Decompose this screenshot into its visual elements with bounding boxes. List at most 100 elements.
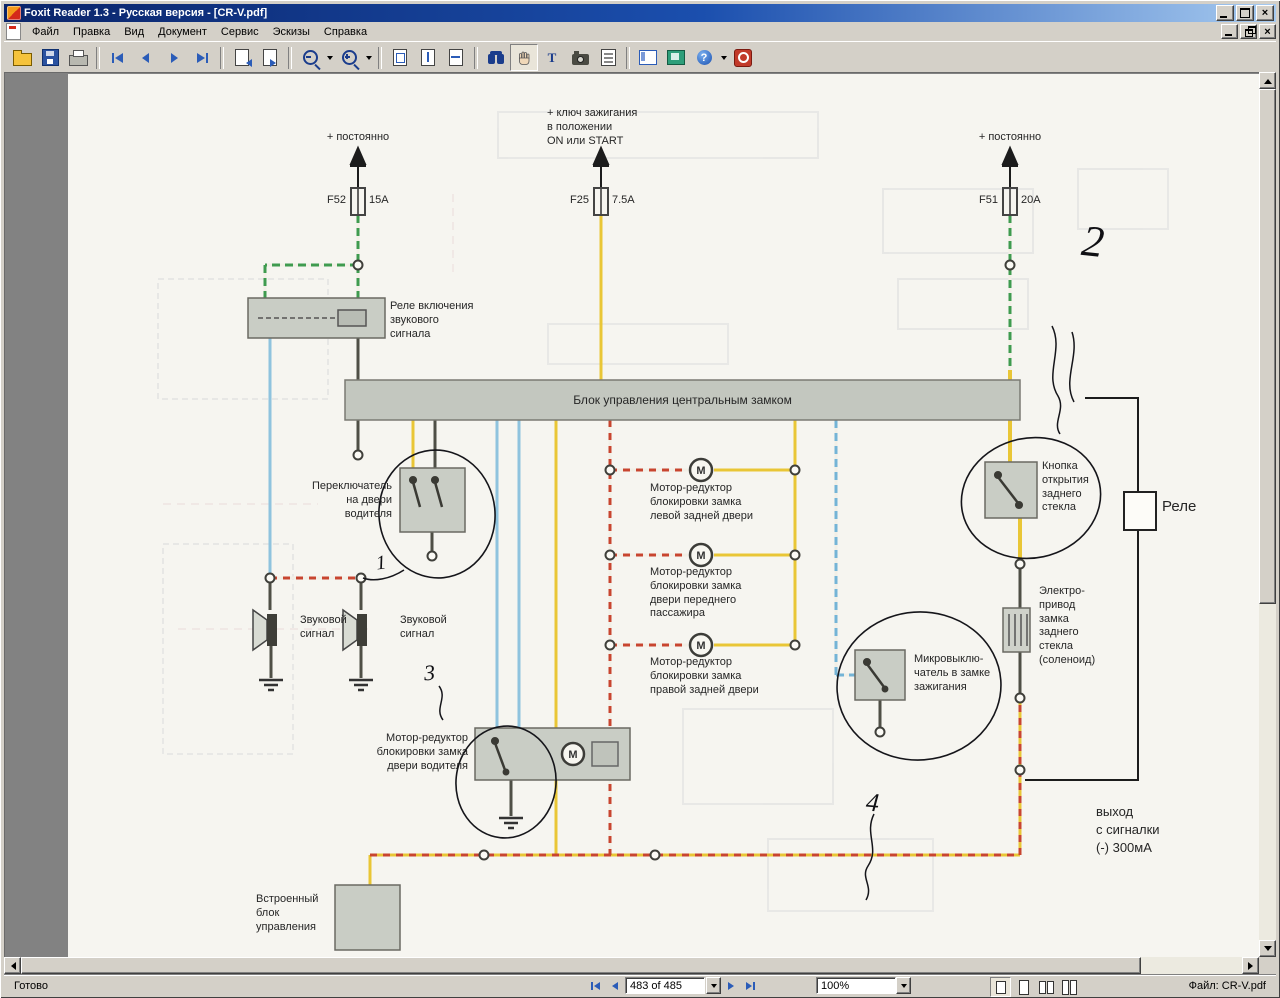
horizontal-scroll-thumb[interactable] <box>21 957 1141 974</box>
single-page-icon <box>996 981 1006 994</box>
camera-icon <box>572 54 589 65</box>
doc-restore-icon <box>1245 29 1253 37</box>
zoom-in-button[interactable] <box>335 44 363 71</box>
right-arrow-icon <box>1248 962 1257 970</box>
status-file-name: Файл: CR-V.pdf <box>1189 980 1266 992</box>
ignition-microswitch-box <box>855 650 905 700</box>
menu-file[interactable]: Файл <box>25 24 66 40</box>
toolbar-separator <box>220 47 224 69</box>
fullscreen-button[interactable] <box>662 44 690 71</box>
binoculars-icon <box>488 54 495 64</box>
floppy-disk-icon <box>42 49 59 66</box>
prev-page-icon <box>138 50 154 66</box>
label-motor-right-rear: Мотор-редуктор блокировки замка правой з… <box>650 656 759 697</box>
last-page-icon <box>194 50 210 66</box>
menu-edit[interactable]: Правка <box>66 24 117 40</box>
save-button[interactable] <box>36 44 64 71</box>
fit-width-button[interactable] <box>442 44 470 71</box>
prev-page-icon <box>609 980 621 992</box>
menu-tools[interactable]: Сервис <box>214 24 266 40</box>
last-page-button[interactable] <box>188 44 216 71</box>
actual-size-button[interactable] <box>386 44 414 71</box>
next-page-icon <box>725 980 737 992</box>
relay-annotation-box <box>1124 492 1156 530</box>
label-driver-door-switch: Переключатель на двери водителя <box>298 480 392 521</box>
toolbar-separator <box>378 47 382 69</box>
single-page-view-button[interactable] <box>990 977 1011 997</box>
label-motor-driver-door: Мотор-редуктор блокировки замка двери во… <box>350 732 468 773</box>
status-last-page-button[interactable] <box>740 977 759 994</box>
doc-minimize-button[interactable] <box>1221 24 1238 39</box>
next-page-button[interactable] <box>160 44 188 71</box>
menu-view[interactable]: Вид <box>117 24 151 40</box>
label-alarm-output: выход с сигналки (-) 300мА <box>1096 803 1160 858</box>
printer-icon <box>69 55 88 66</box>
page-number-dropdown[interactable] <box>706 977 721 994</box>
close-button[interactable]: × <box>1256 5 1274 21</box>
svg-text:M: M <box>568 749 577 761</box>
zoom-in-dropdown[interactable] <box>363 45 374 70</box>
menu-sketches[interactable]: Эскизы <box>266 24 317 40</box>
status-first-page-button[interactable] <box>586 977 605 994</box>
label-fuse-f51: F51 <box>966 194 998 208</box>
supply-arrows <box>350 148 1018 188</box>
exit-button[interactable] <box>729 44 757 71</box>
dropdown-arrow-icon <box>327 56 333 63</box>
help-icon: ? <box>697 50 712 65</box>
vertical-scrollbar[interactable] <box>1259 72 1276 957</box>
toolbar-separator <box>626 47 630 69</box>
fit-page-button[interactable] <box>414 44 442 71</box>
zoom-dropdown[interactable] <box>896 977 911 994</box>
vertical-scroll-thumb[interactable] <box>1259 89 1276 604</box>
continuous-facing-view-button[interactable] <box>1059 977 1080 997</box>
hand-tool-button[interactable] <box>510 44 538 71</box>
first-page-icon <box>110 50 126 66</box>
up-arrow-icon <box>1264 75 1272 84</box>
open-button[interactable] <box>8 44 36 71</box>
thumbnail-panel-icon <box>639 50 657 65</box>
scroll-left-button[interactable] <box>4 957 21 974</box>
pdf-document-icon <box>6 23 21 40</box>
scroll-up-button[interactable] <box>1259 72 1276 89</box>
zoom-input[interactable]: 100% <box>816 977 896 994</box>
first-page-button[interactable] <box>104 44 132 71</box>
help-button[interactable]: ? <box>690 44 718 71</box>
page-number-input[interactable]: 483 of 485 <box>625 977 705 994</box>
minimize-button[interactable] <box>1216 5 1234 21</box>
horizontal-scrollbar[interactable] <box>4 957 1259 974</box>
continuous-view-button[interactable] <box>1013 977 1034 997</box>
continuous-facing-icon <box>1070 980 1077 995</box>
label-horn-2: Звуковой сигнал <box>400 614 447 642</box>
doc-restore-button[interactable] <box>1240 24 1257 39</box>
facing-view-button[interactable] <box>1036 977 1057 997</box>
zoom-out-dropdown[interactable] <box>324 45 335 70</box>
label-fuse-f52-rating: 15A <box>369 194 389 208</box>
status-next-page-button[interactable] <box>721 977 740 994</box>
label-ignition-microswitch: Микровыклю- чатель в замке зажигания <box>914 653 990 694</box>
snapshot-button[interactable] <box>566 44 594 71</box>
scroll-down-button[interactable] <box>1259 940 1276 957</box>
maximize-button[interactable] <box>1236 5 1254 21</box>
rear-window-button-box <box>985 462 1037 518</box>
select-text-button[interactable]: T <box>538 44 566 71</box>
zoom-out-icon <box>303 50 318 65</box>
help-dropdown[interactable] <box>718 45 729 70</box>
prev-view-button[interactable] <box>228 44 256 71</box>
menu-help[interactable]: Справка <box>317 24 374 40</box>
next-view-button[interactable] <box>256 44 284 71</box>
prev-page-button[interactable] <box>132 44 160 71</box>
dropdown-arrow-icon <box>711 984 717 991</box>
foxit-logo-icon <box>7 6 21 20</box>
doc-close-button[interactable]: × <box>1259 24 1276 39</box>
zoom-out-button[interactable] <box>296 44 324 71</box>
status-prev-page-button[interactable] <box>605 977 624 994</box>
thumbnails-button[interactable] <box>634 44 662 71</box>
scroll-right-button[interactable] <box>1242 957 1259 974</box>
menu-document[interactable]: Документ <box>151 24 214 40</box>
typewriter-button[interactable] <box>594 44 622 71</box>
find-button[interactable] <box>482 44 510 71</box>
print-button[interactable] <box>64 44 92 71</box>
label-fuse-f51-rating: 20A <box>1021 194 1041 208</box>
last-page-icon <box>744 980 756 992</box>
first-page-icon <box>590 980 602 992</box>
